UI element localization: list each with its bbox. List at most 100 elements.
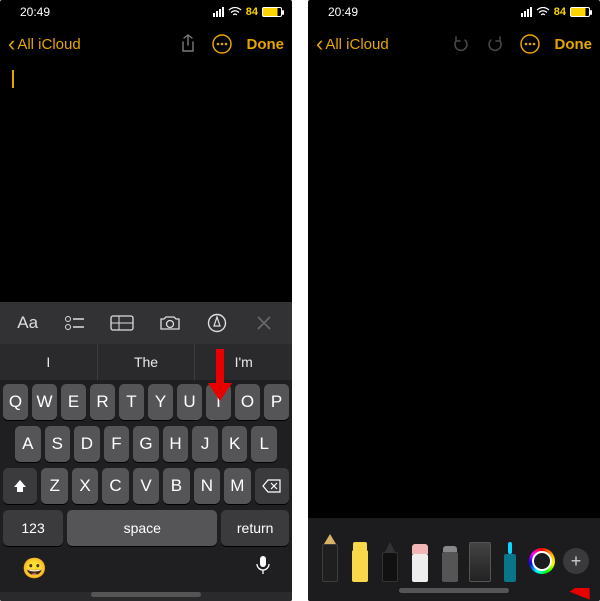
- key-return[interactable]: return: [221, 510, 289, 546]
- key-h[interactable]: H: [163, 426, 189, 462]
- plus-icon: +: [571, 551, 582, 572]
- key-g[interactable]: G: [133, 426, 159, 462]
- key-space[interactable]: space: [67, 510, 217, 546]
- emoji-button[interactable]: 😀: [22, 556, 47, 581]
- color-picker-button[interactable]: [529, 548, 555, 574]
- lasso-tool[interactable]: [439, 546, 461, 582]
- ellipsis-circle-icon: [519, 33, 541, 55]
- key-e[interactable]: E: [61, 384, 86, 420]
- suggestion-1[interactable]: I: [0, 344, 98, 380]
- key-v[interactable]: V: [133, 468, 159, 504]
- key-w[interactable]: W: [32, 384, 57, 420]
- camera-icon: [159, 315, 181, 331]
- undo-button[interactable]: [451, 34, 471, 54]
- wifi-icon: [536, 7, 550, 17]
- redo-icon: [485, 34, 505, 54]
- back-button[interactable]: ‹ All iCloud: [316, 33, 389, 55]
- close-toolbar-button[interactable]: [241, 302, 288, 344]
- key-l[interactable]: L: [251, 426, 277, 462]
- backspace-icon: [262, 479, 282, 493]
- status-time: 20:49: [20, 5, 50, 19]
- eraser-tool[interactable]: [409, 544, 431, 582]
- share-button[interactable]: [179, 34, 197, 54]
- brush-tool[interactable]: [499, 542, 521, 582]
- nav-bar: ‹ All iCloud Done: [0, 24, 292, 64]
- ruler-tool[interactable]: [469, 542, 491, 582]
- battery-icon: [570, 7, 590, 17]
- text-format-button[interactable]: Aa: [4, 302, 51, 344]
- key-q[interactable]: Q: [3, 384, 28, 420]
- table-button[interactable]: [99, 302, 146, 344]
- battery-percent: 84: [246, 6, 258, 18]
- more-button[interactable]: [519, 33, 541, 55]
- suggestion-2[interactable]: The: [98, 344, 196, 380]
- battery-percent: 84: [554, 6, 566, 18]
- key-o[interactable]: O: [235, 384, 260, 420]
- phone-right: 20:49 84 ‹ All iCloud Done: [308, 0, 600, 601]
- key-a[interactable]: A: [15, 426, 41, 462]
- key-c[interactable]: C: [102, 468, 128, 504]
- key-123[interactable]: 123: [3, 510, 63, 546]
- key-s[interactable]: S: [45, 426, 71, 462]
- keyboard-keys: Q W E R T Y U I O P A S D F G H J K L: [0, 380, 292, 548]
- key-m[interactable]: M: [224, 468, 250, 504]
- text-cursor: [12, 70, 14, 88]
- note-editor[interactable]: [0, 64, 292, 302]
- nav-bar: ‹ All iCloud Done: [308, 24, 600, 64]
- home-indicator[interactable]: [91, 592, 201, 597]
- status-time: 20:49: [328, 5, 358, 19]
- pencil-tool[interactable]: [379, 542, 401, 582]
- key-r[interactable]: R: [90, 384, 115, 420]
- key-p[interactable]: P: [264, 384, 289, 420]
- markup-toolbar: +: [308, 518, 600, 588]
- suggestion-bar: I The I'm: [0, 344, 292, 380]
- annotation-arrow-markup: [208, 349, 232, 401]
- markup-button[interactable]: [193, 302, 240, 344]
- share-icon: [179, 34, 197, 54]
- redo-button[interactable]: [485, 34, 505, 54]
- status-bar: 20:49 84: [0, 0, 292, 24]
- key-n[interactable]: N: [194, 468, 220, 504]
- key-shift[interactable]: [3, 468, 37, 504]
- shift-icon: [12, 478, 28, 494]
- markup-pen-circle-icon: [207, 313, 227, 333]
- close-icon: [256, 315, 272, 331]
- camera-button[interactable]: [146, 302, 193, 344]
- key-d[interactable]: D: [74, 426, 100, 462]
- key-x[interactable]: X: [72, 468, 98, 504]
- status-bar: 20:49 84: [308, 0, 600, 24]
- add-tool-button[interactable]: +: [563, 548, 589, 574]
- drawing-canvas[interactable]: [308, 64, 600, 518]
- signal-icon: [213, 7, 224, 17]
- checklist-button[interactable]: [51, 302, 98, 344]
- dictation-button[interactable]: [256, 555, 270, 581]
- key-z[interactable]: Z: [41, 468, 67, 504]
- battery-icon: [262, 7, 282, 17]
- more-button[interactable]: [211, 33, 233, 55]
- back-label: All iCloud: [17, 36, 80, 53]
- back-label: All iCloud: [325, 36, 388, 53]
- back-button[interactable]: ‹ All iCloud: [8, 33, 81, 55]
- ellipsis-circle-icon: [211, 33, 233, 55]
- pen-tool[interactable]: [319, 534, 341, 582]
- key-j[interactable]: J: [192, 426, 218, 462]
- key-t[interactable]: T: [119, 384, 144, 420]
- wifi-icon: [228, 7, 242, 17]
- key-delete[interactable]: [255, 468, 289, 504]
- marker-tool[interactable]: [349, 542, 371, 582]
- chevron-left-icon: ‹: [8, 33, 15, 55]
- table-icon: [110, 315, 134, 331]
- keyboard-toolbar: Aa: [0, 302, 292, 344]
- home-indicator[interactable]: [399, 588, 509, 593]
- key-f[interactable]: F: [104, 426, 130, 462]
- checklist-icon: [64, 315, 86, 331]
- key-y[interactable]: Y: [148, 384, 173, 420]
- done-button[interactable]: Done: [555, 36, 593, 53]
- key-u[interactable]: U: [177, 384, 202, 420]
- key-k[interactable]: K: [222, 426, 248, 462]
- keyboard-panel: Aa I The I'm Q W: [0, 302, 292, 601]
- keyboard-footer: 😀: [0, 548, 292, 592]
- done-button[interactable]: Done: [247, 36, 285, 53]
- chevron-left-icon: ‹: [316, 33, 323, 55]
- key-b[interactable]: B: [163, 468, 189, 504]
